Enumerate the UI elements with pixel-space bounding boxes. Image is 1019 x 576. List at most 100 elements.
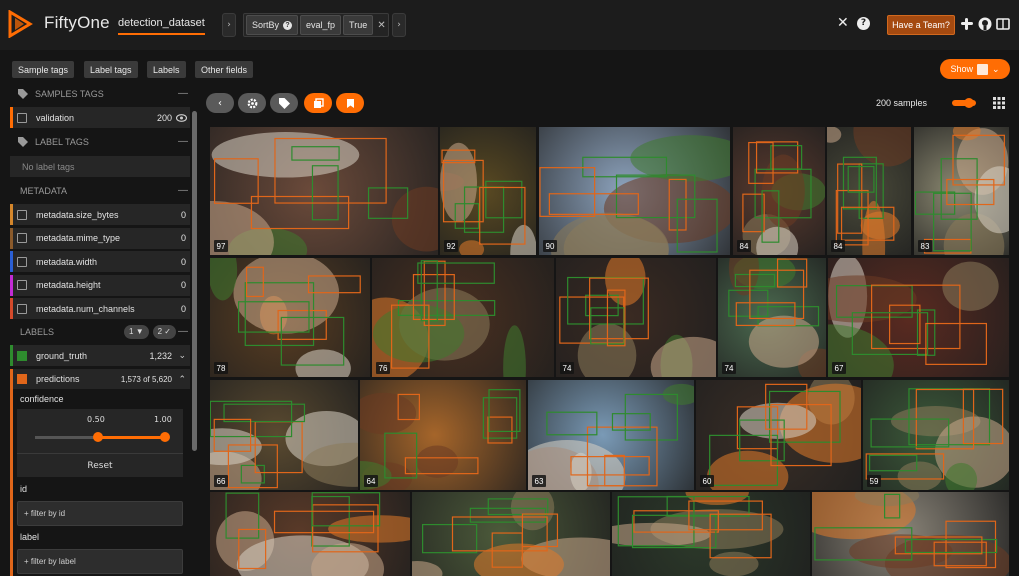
sample-tile[interactable]: 83 bbox=[914, 127, 1009, 255]
sample-count-badge: 64 bbox=[364, 475, 378, 487]
sample-tile[interactable] bbox=[412, 492, 610, 576]
sample-tile[interactable]: 92 bbox=[440, 127, 536, 255]
tab-other-fields[interactable]: Other fields bbox=[195, 61, 254, 78]
github-icon[interactable] bbox=[978, 17, 992, 31]
id-label: id bbox=[20, 484, 28, 494]
view-bar[interactable]: SortBy ? eval_fp True ✕ bbox=[243, 13, 389, 37]
bookmark-button[interactable] bbox=[336, 93, 364, 113]
sample-tile[interactable] bbox=[210, 492, 410, 576]
slack-icon[interactable] bbox=[960, 17, 974, 31]
visible-badge[interactable]: 2 ✓ bbox=[152, 324, 176, 339]
grid-icon[interactable] bbox=[993, 97, 1005, 109]
metadata-field-row[interactable]: metadata.width 0 bbox=[10, 251, 190, 272]
sample-tile[interactable]: 59 bbox=[863, 380, 1009, 490]
sample-tile[interactable]: 64 bbox=[360, 380, 526, 490]
collapse-icon[interactable]: — bbox=[178, 136, 188, 147]
close-icon[interactable]: ✕ bbox=[375, 15, 388, 35]
sidebar-scrollbar[interactable] bbox=[192, 111, 197, 451]
gear-icon bbox=[247, 98, 257, 108]
patches-button[interactable] bbox=[304, 93, 332, 113]
stage-reverse[interactable]: True bbox=[343, 15, 374, 35]
tag-count: 200 bbox=[156, 112, 172, 123]
detection-overlay bbox=[440, 142, 536, 255]
collapse-icon[interactable]: — bbox=[178, 88, 188, 99]
checkbox[interactable] bbox=[17, 233, 27, 243]
sample-tile[interactable] bbox=[812, 492, 1009, 576]
confidence-label: confidence bbox=[20, 394, 64, 404]
chevron-up-icon[interactable]: ⌃ bbox=[178, 374, 186, 385]
sample-tile[interactable]: 74 bbox=[556, 258, 716, 377]
slider-range bbox=[98, 436, 165, 439]
view-back-button[interactable]: › bbox=[222, 13, 236, 37]
samples-tags-header[interactable]: SAMPLES TAGS — bbox=[10, 83, 190, 104]
sample-tile[interactable]: 84 bbox=[733, 127, 825, 255]
field-predictions[interactable]: predictions 1,573 of 5,620 ⌃ bbox=[10, 369, 190, 389]
samples-count: 200 samples bbox=[876, 98, 928, 108]
stage-sortby[interactable]: SortBy ? bbox=[246, 15, 299, 35]
sample-tag-validation[interactable]: validation 200 bbox=[10, 107, 190, 128]
sample-tile[interactable]: 78 bbox=[210, 258, 370, 377]
show-button[interactable]: Show ⌄ bbox=[940, 59, 1010, 79]
reset-button[interactable]: Reset bbox=[17, 455, 183, 477]
metadata-field-row[interactable]: metadata.num_channels 0 bbox=[10, 298, 190, 319]
checkbox[interactable] bbox=[17, 303, 27, 314]
checkbox[interactable] bbox=[17, 280, 27, 290]
top-bar: FiftyOne detection_dataset › SortBy ? ev… bbox=[0, 0, 1019, 50]
collapse-icon[interactable]: — bbox=[178, 185, 188, 196]
help-icon[interactable]: ? bbox=[857, 17, 870, 30]
checkbox[interactable] bbox=[17, 350, 27, 361]
field-count: 1,232 bbox=[149, 350, 172, 361]
sample-tile[interactable]: 66 bbox=[210, 380, 358, 490]
tab-label-tags[interactable]: Label tags bbox=[84, 61, 138, 78]
metadata-field-row[interactable]: metadata.size_bytes 0 bbox=[10, 204, 190, 225]
tag-button[interactable] bbox=[270, 93, 298, 113]
checkbox[interactable] bbox=[17, 112, 27, 123]
sample-tile[interactable]: 97 bbox=[210, 127, 438, 255]
tab-labels[interactable]: Labels bbox=[147, 61, 186, 78]
close-icon[interactable]: ✕ bbox=[837, 15, 849, 31]
sample-tile[interactable]: 90 bbox=[539, 127, 730, 255]
settings-button[interactable] bbox=[238, 93, 266, 113]
metadata-field-row[interactable]: metadata.mime_type 0 bbox=[10, 227, 190, 249]
sample-tile[interactable] bbox=[612, 492, 810, 576]
slider-max-handle[interactable] bbox=[160, 432, 170, 442]
checkbox[interactable] bbox=[17, 374, 27, 384]
view-forward-button[interactable]: › bbox=[392, 13, 406, 37]
sample-count-badge: 97 bbox=[214, 240, 228, 252]
id-filter-input[interactable]: + filter by id bbox=[17, 501, 183, 526]
label-tags-header[interactable]: LABEL TAGS — bbox=[10, 131, 190, 152]
sidebar-toggle[interactable] bbox=[952, 98, 976, 108]
filter-badge[interactable]: 1 ▼ bbox=[124, 324, 149, 339]
collapse-icon[interactable]: — bbox=[178, 326, 188, 337]
sample-tile[interactable]: 74 bbox=[718, 258, 826, 377]
sample-tile[interactable]: 84 bbox=[827, 127, 911, 255]
predictions-accent bbox=[10, 389, 13, 576]
metadata-header[interactable]: METADATA — bbox=[10, 180, 190, 201]
docs-icon[interactable] bbox=[996, 17, 1010, 31]
team-button[interactable]: Have a Team? bbox=[887, 15, 955, 35]
checkbox[interactable] bbox=[17, 256, 27, 267]
eye-icon[interactable] bbox=[176, 113, 187, 122]
checkbox[interactable] bbox=[17, 209, 27, 220]
labels-header[interactable]: LABELS 1 ▼ 2 ✓ — bbox=[10, 321, 190, 342]
field-ground-truth[interactable]: ground_truth 1,232 ⌄ bbox=[10, 345, 190, 366]
detection-overlay bbox=[914, 127, 1009, 255]
sample-tile[interactable]: 63 bbox=[528, 380, 694, 490]
tab-sample-tags[interactable]: Sample tags bbox=[12, 61, 75, 78]
section-title: METADATA bbox=[20, 185, 67, 196]
sample-tile[interactable]: 76 bbox=[372, 258, 554, 377]
stage-field[interactable]: eval_fp bbox=[300, 15, 342, 35]
slider-min-handle[interactable] bbox=[93, 432, 103, 442]
tag-icon bbox=[18, 88, 28, 99]
label-filter-input[interactable]: + filter by label bbox=[17, 549, 183, 574]
field-label: metadata.num_channels bbox=[36, 303, 135, 314]
sample-tile[interactable]: 67 bbox=[828, 258, 1009, 377]
image-icon bbox=[976, 63, 988, 75]
sample-tile[interactable]: 60 bbox=[696, 380, 861, 490]
metadata-field-row[interactable]: metadata.height 0 bbox=[10, 274, 190, 296]
help-icon[interactable]: ? bbox=[283, 20, 293, 30]
chevron-down-icon[interactable]: ⌄ bbox=[178, 350, 186, 361]
back-button[interactable]: ‹ bbox=[206, 93, 234, 113]
chevron-right-icon: › bbox=[227, 20, 231, 30]
dataset-selector[interactable]: detection_dataset bbox=[118, 17, 205, 35]
